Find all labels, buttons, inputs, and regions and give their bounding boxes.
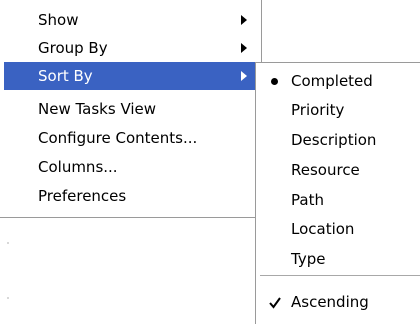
menu-item-label: Show (38, 11, 79, 29)
menu-item-label: Resource (291, 161, 360, 179)
sort-by-submenu: Completed Priority Description Resource … (255, 62, 420, 324)
menu-item-new-tasks-view[interactable]: New Tasks View (4, 95, 257, 123)
sort-item-description[interactable]: Description (258, 126, 420, 154)
menu-item-label: Configure Contents... (38, 129, 198, 147)
sort-item-path[interactable]: Path (258, 186, 420, 214)
menu-item-preferences[interactable]: Preferences (4, 182, 257, 210)
menu-item-group-by[interactable]: Group By (4, 34, 257, 62)
sort-item-resource[interactable]: Resource (258, 156, 420, 184)
menu-item-label: New Tasks View (38, 100, 157, 118)
menu-item-label: Path (291, 191, 324, 209)
menu-item-label: Sort By (38, 67, 93, 85)
menu-item-label: Ascending (291, 293, 369, 311)
context-menu: Show Group By Sort By New Tasks View Con… (0, 0, 262, 218)
menu-item-label: Completed (291, 72, 373, 90)
sort-item-ascending[interactable]: Ascending (258, 288, 420, 316)
sort-item-location[interactable]: Location (258, 215, 420, 243)
radio-bullet-icon (271, 78, 278, 85)
submenu-arrow-icon (241, 15, 247, 25)
menu-item-label: Preferences (38, 187, 127, 205)
menu-item-columns[interactable]: Columns... (4, 153, 257, 181)
menu-item-label: Group By (38, 39, 108, 57)
background-artifact (7, 297, 9, 299)
menu-item-label: Columns... (38, 158, 118, 176)
submenu-arrow-icon (241, 71, 247, 81)
menu-item-sort-by[interactable]: Sort By (4, 62, 257, 90)
menu-item-label: Description (291, 131, 377, 149)
sort-item-completed[interactable]: Completed (258, 67, 420, 95)
menu-item-label: Priority (291, 101, 345, 119)
menu-item-label: Location (291, 220, 355, 238)
menu-item-configure-contents[interactable]: Configure Contents... (4, 124, 257, 152)
sort-item-type[interactable]: Type (258, 245, 420, 273)
menu-separator (260, 275, 420, 277)
menu-item-show[interactable]: Show (4, 6, 257, 34)
menu-item-label: Type (291, 250, 326, 268)
sort-item-priority[interactable]: Priority (258, 96, 420, 124)
submenu-arrow-icon (241, 43, 247, 53)
background-artifact (7, 242, 9, 244)
